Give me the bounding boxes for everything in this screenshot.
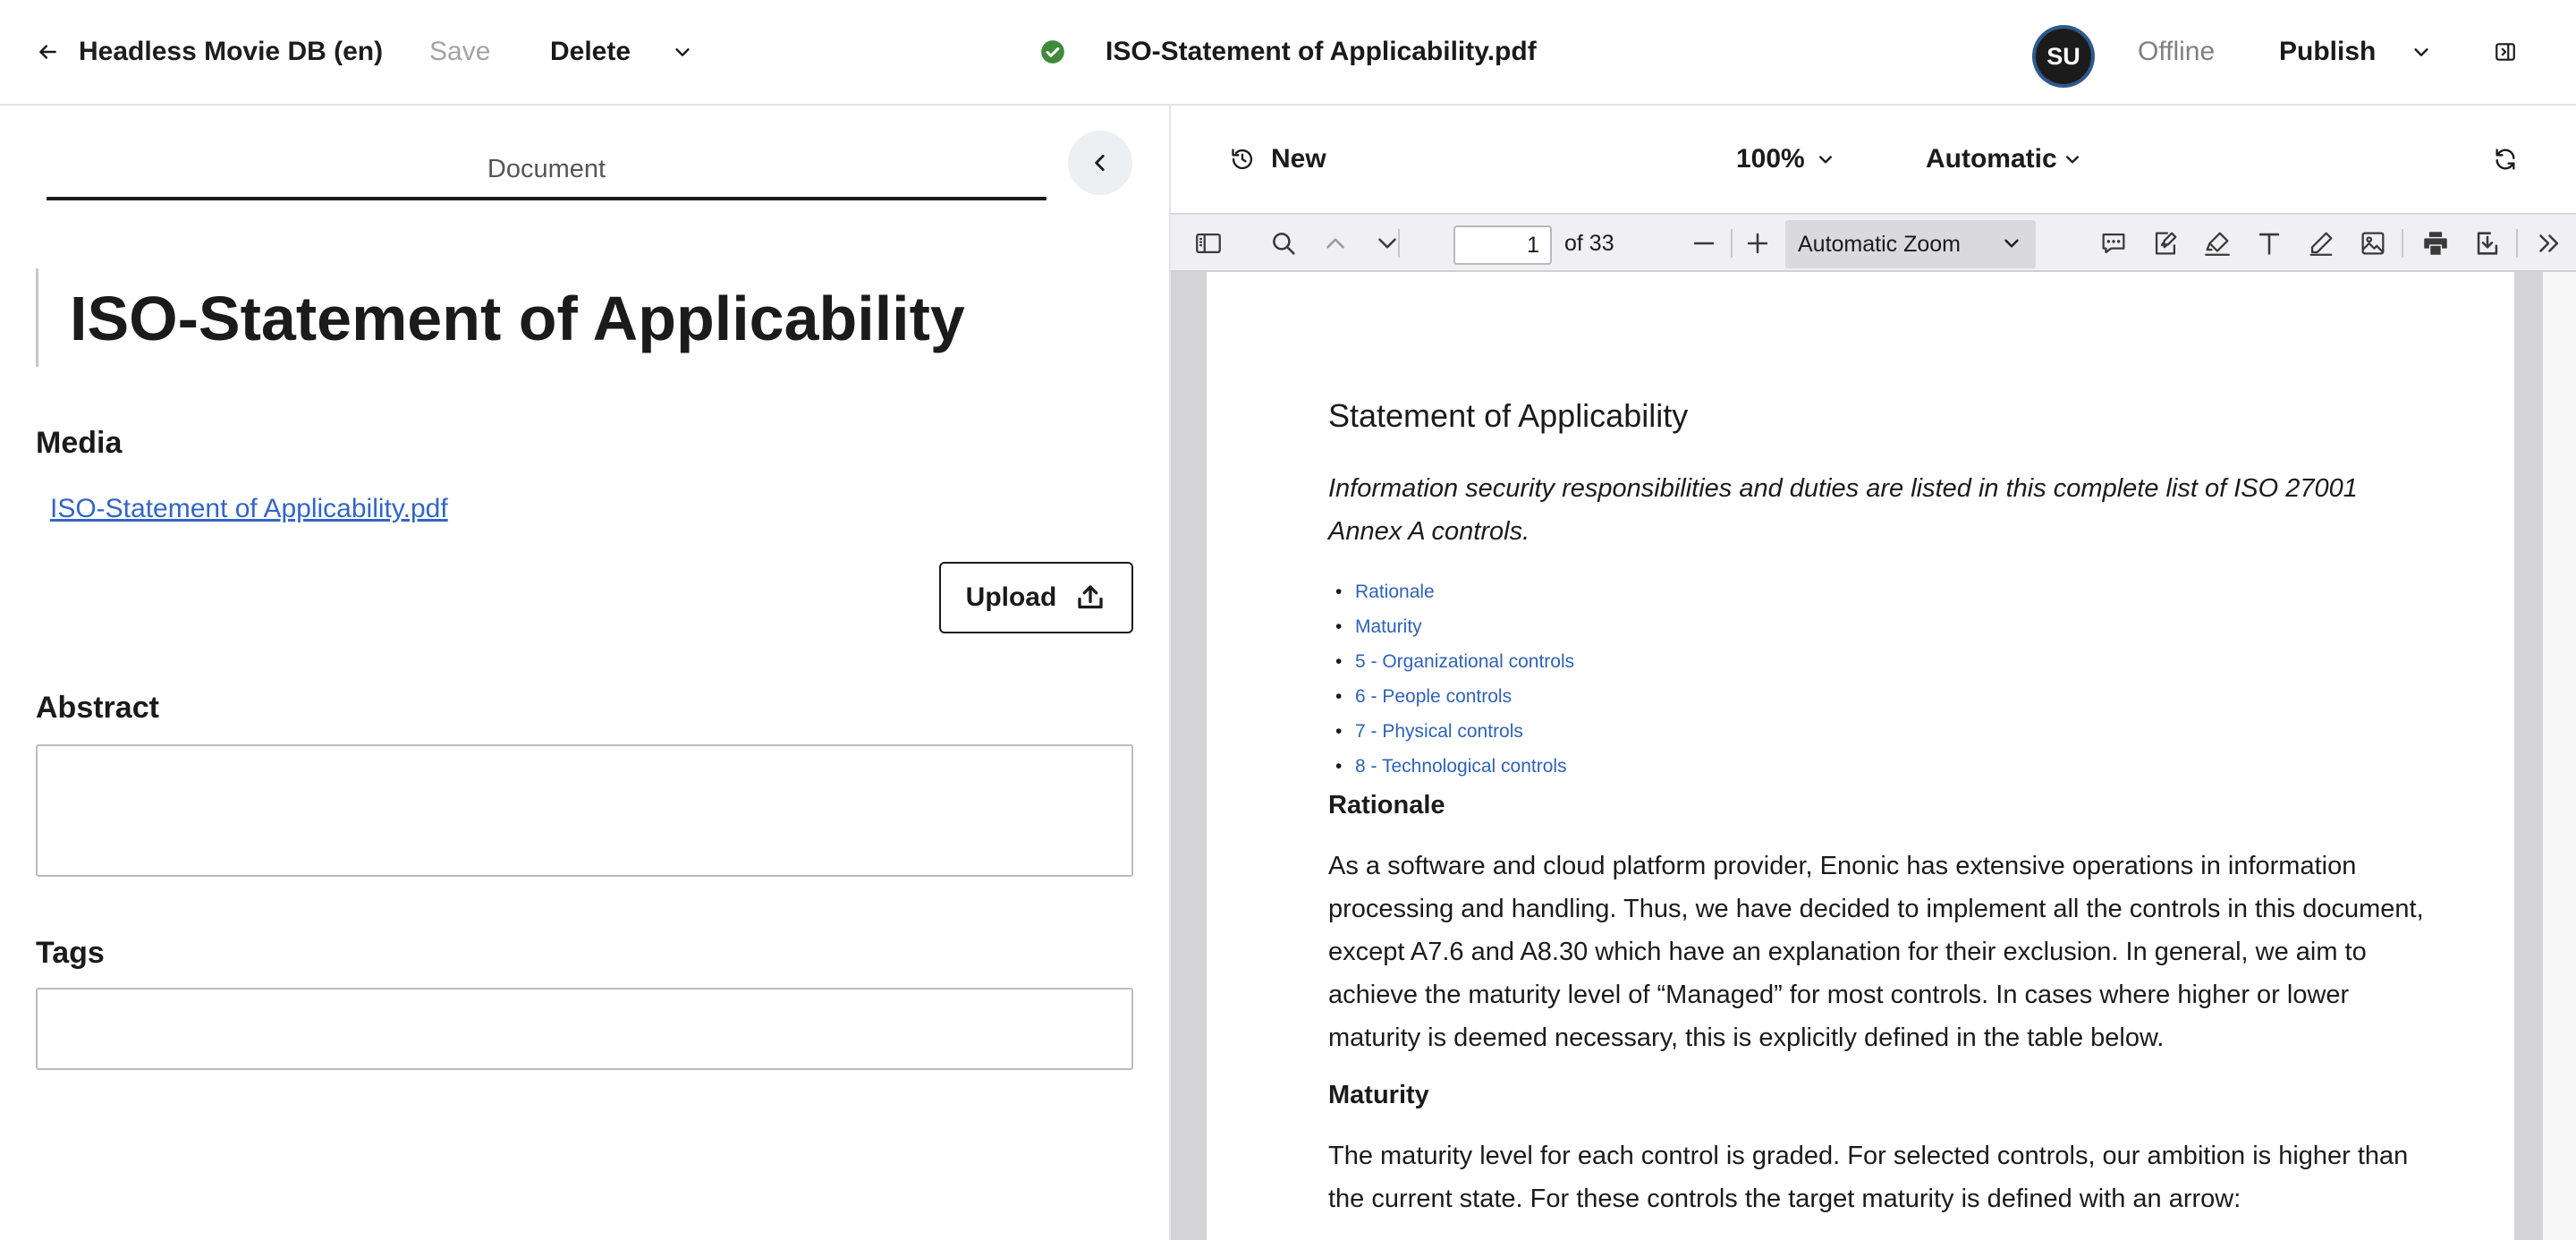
search-icon[interactable] — [1264, 215, 1303, 272]
preview-zoom-value[interactable]: 100% — [1736, 106, 1805, 213]
page-count: of 33 — [1564, 230, 1614, 256]
pdf-viewer-area[interactable]: Statement of Applicability Information s… — [1171, 272, 2576, 1240]
chevron-down-icon — [2004, 239, 2019, 248]
pdf-toc-link[interactable]: 8 - Technological controls — [1328, 749, 1574, 784]
draw-pen-icon[interactable] — [2301, 215, 2341, 272]
publish-button[interactable]: Publish — [2279, 0, 2376, 104]
highlight-icon[interactable] — [2198, 215, 2237, 272]
media-label: Media — [36, 426, 123, 460]
title-accent-bar — [36, 268, 38, 367]
tab-document[interactable]: Document — [47, 141, 1046, 200]
pdf-heading: Statement of Applicability — [1328, 397, 1689, 434]
pdf-toc-link[interactable]: 7 - Physical controls — [1328, 714, 1574, 749]
zoom-out-icon[interactable] — [1684, 215, 1724, 272]
page-number-input[interactable]: 1 — [1453, 225, 1552, 265]
preview-panel: New 100% Automatic 1 of 33 Automatic Zoo… — [1171, 106, 2576, 1240]
panel-toggle-icon[interactable] — [2494, 0, 2521, 104]
collapse-panel-button[interactable] — [1068, 131, 1132, 195]
pdf-viewer-toolbar: 1 of 33 Automatic Zoom — [1171, 213, 2576, 272]
pdf-page: Statement of Applicability Information s… — [1207, 272, 2514, 1240]
pdf-toc-link[interactable]: 6 - People controls — [1328, 679, 1574, 714]
pdf-table-of-contents: Rationale Maturity 5 - Organizational co… — [1328, 574, 1574, 784]
toolbar-separator — [2402, 229, 2403, 258]
refresh-icon[interactable] — [2493, 106, 2520, 213]
check-circle-icon — [1040, 0, 1067, 104]
history-icon[interactable] — [1230, 106, 1257, 213]
app-title[interactable]: Headless Movie DB (en) — [79, 0, 383, 104]
pdf-toc-link[interactable]: Maturity — [1328, 609, 1574, 644]
pdf-maturity-heading: Maturity — [1328, 1081, 1429, 1109]
zoom-in-icon[interactable] — [1738, 215, 1777, 272]
back-arrow-icon[interactable] — [36, 0, 66, 104]
publish-menu-chevron-down-icon[interactable] — [2411, 0, 2438, 104]
upload-label: Upload — [965, 582, 1057, 612]
sidebar-toggle-icon[interactable] — [1189, 215, 1228, 272]
tags-label: Tags — [36, 936, 105, 970]
zoom-chevron-down-icon[interactable] — [1817, 106, 1840, 213]
download-icon[interactable] — [2468, 215, 2507, 272]
more-tools-icon[interactable] — [2529, 215, 2568, 272]
abstract-textarea[interactable] — [36, 744, 1133, 877]
page-title[interactable]: ISO-Statement of Applicability — [70, 276, 965, 361]
pdf-maturity-text: The maturity level for each control is g… — [1328, 1142, 2409, 1213]
signature-icon[interactable] — [2146, 215, 2185, 272]
upload-icon — [1078, 585, 1103, 609]
abstract-label: Abstract — [36, 691, 159, 725]
zoom-select-value: Automatic Zoom — [1798, 231, 1962, 257]
next-page-chevron-down-icon[interactable] — [1368, 215, 1407, 272]
pdf-intro-text: Information security responsibilities an… — [1328, 474, 2358, 546]
image-icon[interactable] — [2353, 215, 2393, 272]
device-chevron-down-icon[interactable] — [2063, 106, 2087, 213]
toolbar-separator — [2516, 229, 2518, 258]
tags-input[interactable] — [36, 988, 1133, 1070]
save-button[interactable]: Save — [429, 0, 490, 104]
status-text: Offline — [2138, 37, 2216, 66]
document-name: ISO-Statement of Applicability.pdf — [1106, 37, 1537, 66]
preview-toolbar: New 100% Automatic — [1171, 106, 2576, 213]
pdf-toc-link[interactable]: 5 - Organizational controls — [1328, 644, 1574, 679]
avatar[interactable]: SU — [2036, 29, 2091, 84]
chevron-left-icon — [1095, 155, 1105, 171]
top-toolbar: Headless Movie DB (en) Save Delete ISO-S… — [0, 0, 2576, 106]
upload-button[interactable]: Upload — [939, 562, 1133, 633]
previous-page-chevron-up-icon[interactable] — [1316, 215, 1355, 272]
preview-device-value[interactable]: Automatic — [1926, 106, 2057, 213]
delete-menu-chevron-down-icon[interactable] — [673, 0, 699, 104]
pdf-rationale-heading: Rationale — [1328, 791, 1445, 820]
content-editor-panel: Document ISO-Statement of Applicability … — [0, 106, 1169, 1240]
print-icon[interactable] — [2416, 215, 2455, 272]
delete-button[interactable]: Delete — [550, 0, 631, 104]
toolbar-separator — [1731, 229, 1733, 258]
text-tool-icon[interactable] — [2250, 215, 2289, 272]
comment-icon[interactable] — [2094, 215, 2133, 272]
zoom-select[interactable]: Automatic Zoom — [1785, 220, 2036, 268]
pdf-scrollbar[interactable] — [2543, 272, 2576, 1240]
pdf-rationale-text: As a software and cloud platform provide… — [1328, 852, 2424, 1052]
media-file-link[interactable]: ISO-Statement of Applicability.pdf — [50, 494, 448, 524]
pdf-toc-link[interactable]: Rationale — [1328, 574, 1574, 609]
version-mode-label[interactable]: New — [1271, 106, 1326, 213]
